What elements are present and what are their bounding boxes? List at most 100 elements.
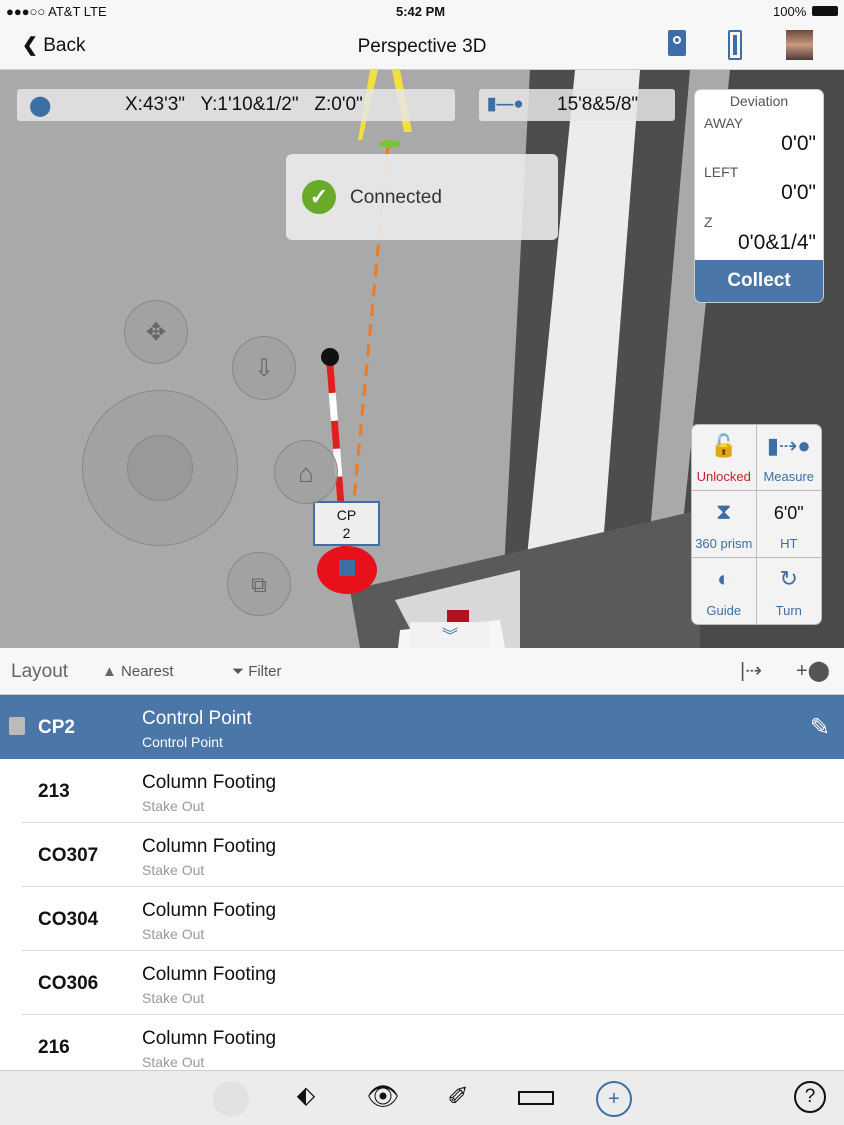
prism-button[interactable]: ⧗ 360 prism [692,491,757,558]
away-value: 0'0" [781,132,816,155]
point-name: Control Point [142,708,252,729]
prism-icon: ⧗ [716,499,732,525]
expand-chevron-icon[interactable]: ︾ [410,622,490,648]
page-title: Perspective 3D [357,36,487,57]
point-id: 213 [38,781,70,802]
joystick[interactable] [82,390,238,546]
guide-button[interactable]: ◐ Guide [692,557,757,624]
point-id: 216 [38,1037,70,1058]
add-point-icon[interactable]: +⬤ [796,658,830,683]
prism-label: 360 prism [695,535,753,551]
deviation-panel: Deviation AWAY 0'0" LEFT 0'0" Z 0'0&1/4"… [694,89,824,303]
point-name: Column Footing [142,900,277,921]
height-value: 6'0" [773,503,804,524]
measure-label: Measure [763,469,815,485]
point-name: Column Footing [142,836,277,857]
map-3d-view[interactable]: ⬤ X:43'3" Y:1'10&1/2" Z:0'0" ▮—● 15'8&5/… [0,70,844,648]
floorplan-icon: ⧉ [251,572,267,597]
point-label-name: CP [336,507,357,523]
unlock-icon: 🔓 [710,433,738,458]
height-label: HT [780,535,798,551]
user-avatar[interactable] [786,30,813,60]
distance-bar: ▮—● 15'8&5/8" [479,89,675,121]
list-item-selected[interactable]: CP2 Control Point Control Point ✎ [0,695,844,759]
measure-button[interactable]: ▮⇢● Measure [756,425,821,492]
view-eye-icon[interactable]: 👁 [365,1081,401,1117]
floorplan-button[interactable]: ⧉ [227,552,291,616]
instrument-to-point-icon: ▮—● [487,94,524,113]
battery-percent: 100% [773,4,807,19]
home-button[interactable]: ⌂ [274,440,338,504]
measure-icon: ▮⇢● [766,433,811,458]
point-type: Stake Out [142,1054,205,1070]
point-name: Column Footing [142,964,277,985]
zoom-down-button[interactable]: ⇩ [232,336,296,400]
chat-icon[interactable] [213,1081,249,1117]
point-id: CP2 [38,717,75,738]
collect-button[interactable]: Collect [695,260,823,302]
list-item[interactable]: CO307 Column Footing Stake Out [0,823,844,887]
filter-button[interactable]: ⏷ Filter [232,663,282,680]
models-icon[interactable]: ⬖ [288,1081,324,1117]
height-button[interactable]: 6'0" HT [756,491,821,558]
layout-crosshair-icon[interactable]: + [596,1081,632,1117]
point-type: Stake Out [142,926,205,942]
connected-toast: ✓ Connected [286,154,558,240]
battery-device-icon[interactable] [728,30,742,60]
deviation-title: Deviation [729,93,789,109]
nav-bar: ❮ Back Perspective 3D [0,22,844,70]
pan-arrows-icon: ✥ [145,319,167,346]
pan-control[interactable]: ✥ [124,300,188,364]
turn-button[interactable]: ↻ Turn [757,558,822,624]
edit-pencil-icon[interactable]: ✎ [810,713,830,742]
lock-toggle[interactable]: 🔓 Unlocked [692,425,757,492]
coordinates-readout: X:43'3" Y:1'10&1/2" Z:0'0" [125,94,363,115]
guide-label: Guide [706,603,742,618]
left-label: LEFT [704,164,739,180]
point-type: Stake Out [142,862,205,878]
point-id: CO307 [38,845,99,866]
list-item[interactable]: 213 Column Footing Stake Out [0,759,844,823]
z-label: Z [704,214,713,230]
check-circle-icon: ✓ [302,180,336,214]
unlocked-label: Unlocked [696,469,751,485]
bottom-toolbar: ⬖ 👁 ✐ + ? [0,1070,844,1125]
point-label[interactable]: CP 2 [313,501,380,546]
offset-point-icon[interactable]: |⇢ [740,658,762,683]
joystick-knob[interactable] [127,435,193,501]
status-bar: ●●●○○ AT&T LTE 5:42 PM 100% [0,0,844,22]
location-pin-icon: ⬤ [29,95,52,117]
point-type: Stake Out [142,798,205,814]
nearest-label: Nearest [121,663,174,680]
filter-label: Filter [248,663,282,680]
list-toolbar: Layout ▲ Nearest ⏷ Filter |⇢ +⬤ [0,648,844,695]
markup-pen-icon[interactable]: ✐ [440,1081,476,1117]
home-icon: ⌂ [298,458,314,488]
point-id: CO304 [38,909,99,930]
point-name: Column Footing [142,1028,277,1049]
distance-readout: 15'8&5/8" [557,94,639,115]
battery-icon [812,6,838,16]
instrument-icon[interactable] [668,30,686,56]
triangle-icon: ▲ [102,663,117,680]
measure-ruler-icon[interactable] [518,1091,554,1105]
point-id: CO306 [38,973,99,994]
point-label-number: 2 [342,525,351,541]
arrow-down-icon: ⇩ [253,355,275,382]
list-title: Layout [11,661,69,682]
away-label: AWAY [704,115,744,131]
sort-nearest-button[interactable]: ▲ Nearest [102,663,174,680]
control-point-icon [9,717,25,735]
guide-icon: ◐ [717,565,731,591]
point-type: Control Point [142,734,223,750]
clock: 5:42 PM [396,4,446,19]
list-item[interactable]: CO306 Column Footing Stake Out [0,951,844,1015]
turn-icon: ↻ [779,565,798,591]
coordinates-bar: ⬤ X:43'3" Y:1'10&1/2" Z:0'0" [17,89,455,121]
instrument-tools-panel: 🔓 Unlocked ▮⇢● Measure ⧗ 360 prism 6'0" HT ◐… [691,424,822,625]
point-type: Stake Out [142,990,205,1006]
list-item[interactable]: CO304 Column Footing Stake Out [0,887,844,951]
carrier: ●●●○○ AT&T LTE [6,4,107,19]
help-label: ? [804,1086,816,1107]
help-button[interactable]: ? [794,1081,826,1113]
